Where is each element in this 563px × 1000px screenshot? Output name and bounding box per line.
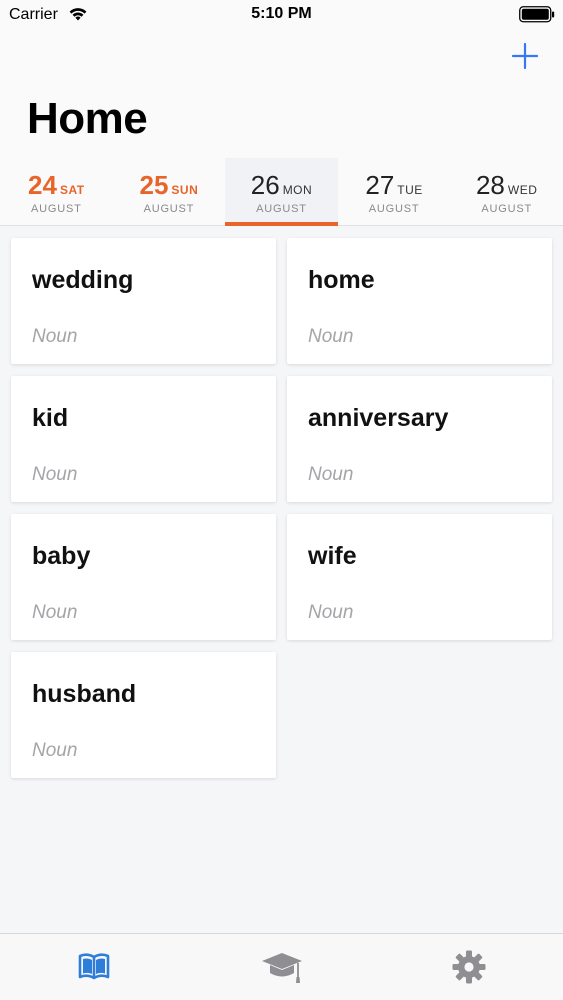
month-label: AUGUST [368, 203, 420, 215]
word-card[interactable]: anniversary Noun [287, 376, 552, 502]
word-text: baby [32, 542, 91, 570]
selected-indicator [225, 222, 338, 226]
word-text: wedding [32, 266, 134, 294]
part-of-speech: Noun [308, 326, 354, 347]
word-card[interactable]: baby Noun [11, 514, 276, 640]
day-number: 28 [475, 170, 505, 200]
date-strip: 24 SAT AUGUST 25 SUN AUGUST 26 MON AUGUST 27 TUE AU… [0, 158, 563, 226]
part-of-speech: Noun [32, 740, 78, 761]
tab-settings[interactable] [375, 934, 563, 1000]
date-label: 28 WED [450, 170, 563, 201]
month-label: AUGUST [143, 203, 195, 215]
gear-icon [452, 950, 486, 984]
tab-bar [0, 933, 563, 1000]
word-card[interactable]: husband Noun [11, 652, 276, 778]
date-label: 24 SAT [0, 170, 113, 201]
day-number: 27 [365, 170, 395, 200]
word-card[interactable]: wife Noun [287, 514, 552, 640]
word-text: wife [308, 542, 357, 570]
weekday-label: SUN [171, 183, 199, 197]
weekday-label: SAT [59, 183, 85, 197]
word-card[interactable]: home Noun [287, 238, 552, 364]
word-text: anniversary [308, 404, 449, 432]
date-tab-27[interactable]: 27 TUE AUGUST [338, 158, 451, 226]
add-button[interactable] [511, 42, 539, 70]
date-label: 27 TUE [338, 170, 451, 201]
app-screen: Carrier 5:10 PM Home 24 SAT AUGUST 25 SU… [0, 0, 563, 1000]
date-tab-24[interactable]: 24 SAT AUGUST [0, 158, 113, 226]
graduation-cap-icon [261, 953, 302, 983]
word-card[interactable]: wedding Noun [11, 238, 276, 364]
tab-learn[interactable] [0, 934, 188, 1000]
date-tab-25[interactable]: 25 SUN AUGUST [113, 158, 226, 226]
month-label: AUGUST [256, 203, 307, 215]
month-label: AUGUST [481, 203, 532, 215]
tab-study[interactable] [188, 934, 376, 1000]
part-of-speech: Noun [32, 602, 78, 623]
day-number: 25 [139, 170, 169, 200]
day-number: 24 [28, 170, 57, 200]
part-of-speech: Noun [308, 464, 354, 485]
part-of-speech: Noun [32, 326, 78, 347]
status-bar: Carrier 5:10 PM [0, 0, 563, 30]
day-number: 26 [250, 170, 280, 200]
weekday-label: TUE [397, 183, 423, 197]
part-of-speech: Noun [32, 464, 78, 485]
date-tab-26[interactable]: 26 MON AUGUST [225, 158, 338, 226]
book-icon [78, 953, 110, 980]
word-text: husband [32, 680, 137, 708]
date-label: 26 MON [225, 170, 338, 201]
plus-icon [511, 42, 539, 70]
part-of-speech: Noun [308, 602, 354, 623]
page-title: Home [27, 94, 148, 143]
weekday-label: MON [282, 183, 313, 197]
weekday-label: WED [507, 183, 538, 197]
word-card[interactable]: kid Noun [11, 376, 276, 502]
clock: 5:10 PM [251, 5, 312, 22]
battery-icon [519, 6, 555, 28]
month-label: AUGUST [30, 203, 82, 215]
date-label: 25 SUN [113, 170, 226, 201]
header: Home [0, 30, 563, 158]
word-text: kid [32, 404, 69, 432]
word-text: home [308, 266, 375, 294]
date-tab-28[interactable]: 28 WED AUGUST [450, 158, 563, 226]
